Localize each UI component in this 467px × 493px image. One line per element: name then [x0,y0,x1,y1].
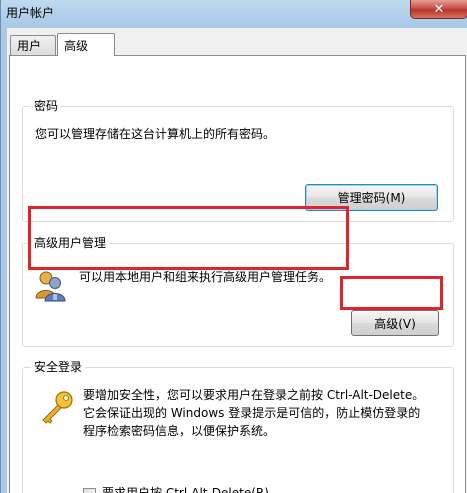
highlight-advanced-button [340,276,443,310]
close-icon: ✕ [433,1,445,17]
require-ctrl-alt-delete-checkbox[interactable] [83,488,96,493]
password-group: 密码 您可以管理存储在这台计算机上的所有密码。 管理密码(M) [22,99,454,222]
tab-advanced[interactable]: 高级 [57,33,115,56]
secure-login-group: 安全登录 要增加安全性，您可以要求用户在登录之前按 Ctrl-Alt-Delet… [22,360,454,493]
password-description: 您可以管理存储在这台计算机上的所有密码。 [35,127,276,141]
advanced-tab-panel: 密码 您可以管理存储在这台计算机上的所有密码。 管理密码(M) 高级用户管理 可… [9,55,466,493]
tab-users-label: 用户 [17,39,42,53]
user-accounts-window: 用户帐户 ✕ 用户 高级 密码 您可以管理存储在这台计算机上的所有密码。 管理密… [0,0,467,493]
require-ctrl-alt-delete-label[interactable]: 要求用户按 Ctrl-Alt-Delete(R) [102,484,269,493]
password-group-title: 密码 [31,99,62,113]
users-icon [33,268,67,302]
advanced-button[interactable]: 高级(V) [351,310,439,336]
highlight-advanced-user-group [28,206,349,270]
secure-login-line-2: 它会保证出现的 Windows 登录提示是可信的，防止模仿登录的 [83,406,421,420]
manage-passwords-button-label: 管理密码(M) [337,191,406,205]
secure-login-line-1: 要增加安全性，您可以要求用户在登录之前按 Ctrl-Alt-Delete。 [83,388,425,402]
window-title: 用户帐户 [6,6,55,20]
key-icon [39,390,75,424]
secure-login-group-title: 安全登录 [31,360,86,374]
advanced-button-label: 高级(V) [374,316,416,331]
advanced-user-description: 可以用本地用户和组来执行高级用户管理任务。 [79,270,332,284]
secure-login-line-3: 程序检索密码信息，以便保护系统。 [83,424,276,438]
title-bar[interactable]: 用户帐户 ✕ [1,0,467,26]
close-button[interactable]: ✕ [410,0,467,19]
tab-advanced-label: 高级 [64,38,89,53]
tab-users[interactable]: 用户 [10,35,56,55]
